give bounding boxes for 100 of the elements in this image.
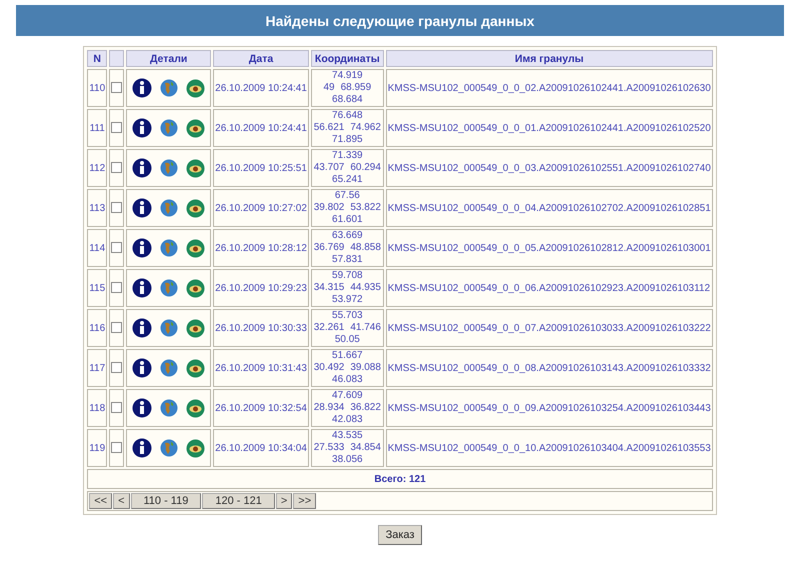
coordinate: 61.601	[332, 214, 363, 226]
coordinate: 71.895	[332, 134, 363, 146]
date-cell: 26.10.2009 10:30:33	[213, 309, 309, 347]
coordinate: 60.294	[350, 162, 381, 174]
coordinate: 39.802	[314, 202, 344, 214]
coordinate: 74.962	[350, 122, 381, 134]
globe-icon[interactable]	[160, 119, 178, 137]
coordinate: 32.261	[314, 322, 344, 334]
eye-globe-icon[interactable]	[186, 198, 206, 218]
checkbox[interactable]	[111, 282, 122, 294]
page-title: Найдены следующие гранулы данных	[16, 5, 784, 36]
coordinate: 46.083	[332, 374, 363, 386]
date-cell: 26.10.2009 10:34:04	[213, 429, 309, 467]
coordinate: 59.708	[332, 270, 363, 282]
checkbox[interactable]	[111, 82, 122, 94]
info-icon[interactable]	[132, 118, 152, 138]
info-icon[interactable]	[132, 318, 152, 338]
globe-icon[interactable]	[160, 159, 178, 177]
globe-icon[interactable]	[160, 399, 178, 417]
date-cell: 26.10.2009 10:32:54	[213, 389, 309, 427]
globe-icon[interactable]	[160, 239, 178, 257]
coordinate: 36.769	[314, 242, 344, 254]
checkbox[interactable]	[111, 122, 122, 134]
eye-globe-icon[interactable]	[186, 278, 206, 298]
info-icon[interactable]	[132, 438, 152, 458]
eye-globe-icon[interactable]	[186, 78, 206, 98]
coordinate: 76.648	[332, 110, 363, 122]
coordinate: 71.339	[332, 150, 363, 162]
globe-icon[interactable]	[160, 199, 178, 217]
coordinate: 68.684	[332, 94, 363, 106]
row-number: 116	[87, 309, 108, 347]
granule-name[interactable]: KMSS-MSU102_000549_0_0_10.A20091026103404.A20091026103553	[386, 429, 713, 467]
pager-button[interactable]: >	[276, 493, 292, 509]
coordinate: 53.972	[332, 294, 363, 306]
coordinate: 27.533	[314, 442, 344, 454]
row-number: 110	[87, 69, 108, 107]
column-header: Координаты	[310, 50, 384, 67]
coordinate: 38.056	[332, 454, 363, 466]
checkbox[interactable]	[111, 242, 122, 254]
pager-button[interactable]: 110 - 119	[130, 493, 202, 509]
checkbox[interactable]	[111, 442, 122, 454]
coordinate: 42.083	[332, 414, 363, 426]
coordinate: 34.854	[350, 442, 381, 454]
granule-name[interactable]: KMSS-MSU102_000549_0_0_03.A20091026102551.A20091026102740	[386, 149, 713, 187]
coordinate: 41.746	[350, 322, 381, 334]
row-number: 117	[87, 349, 108, 387]
coordinate: 53.822	[350, 202, 381, 214]
pager-button[interactable]: <	[113, 493, 130, 509]
checkbox[interactable]	[111, 162, 122, 174]
eye-globe-icon[interactable]	[186, 318, 206, 338]
granule-name[interactable]: KMSS-MSU102_000549_0_0_08.A20091026103143.A20091026103332	[386, 349, 713, 387]
pager-button[interactable]: 120 - 121	[202, 493, 275, 509]
info-icon[interactable]	[132, 398, 152, 418]
globe-icon[interactable]	[160, 359, 178, 377]
checkbox[interactable]	[111, 362, 122, 374]
pager-button[interactable]: >>	[293, 493, 316, 509]
info-icon[interactable]	[132, 278, 152, 298]
date-cell: 26.10.2009 10:29:23	[213, 269, 309, 307]
globe-icon[interactable]	[160, 79, 178, 97]
coordinate: 48.858	[350, 242, 381, 254]
order-button[interactable]: Заказ	[378, 525, 422, 545]
granule-name[interactable]: KMSS-MSU102_000549_0_0_05.A20091026102812.A20091026103001	[386, 229, 713, 267]
globe-icon[interactable]	[160, 279, 178, 297]
checkbox[interactable]	[111, 202, 122, 214]
granule-name[interactable]: KMSS-MSU102_000549_0_0_07.A20091026103033.A20091026103222	[386, 309, 713, 347]
granule-name[interactable]: KMSS-MSU102_000549_0_0_02.A20091026102441.A20091026102630	[386, 69, 713, 107]
info-icon[interactable]	[132, 238, 152, 258]
granule-name[interactable]: KMSS-MSU102_000549_0_0_01.A20091026102441.A20091026102520	[386, 109, 713, 147]
granule-name[interactable]: KMSS-MSU102_000549_0_0_09.A20091026103254.A20091026103443	[386, 389, 713, 427]
column-header	[109, 50, 124, 67]
eye-globe-icon[interactable]	[186, 438, 206, 458]
granule-name[interactable]: KMSS-MSU102_000549_0_0_06.A20091026102923.A20091026103112	[386, 269, 713, 307]
globe-icon[interactable]	[160, 319, 178, 337]
checkbox[interactable]	[111, 322, 122, 334]
coordinate: 74.919	[332, 70, 363, 82]
eye-globe-icon[interactable]	[186, 398, 206, 418]
coordinate: 30.492	[314, 362, 344, 374]
date-cell: 26.10.2009 10:24:41	[213, 109, 309, 147]
info-icon[interactable]	[132, 358, 152, 378]
coordinate: 47.609	[332, 390, 363, 402]
checkbox[interactable]	[111, 402, 122, 414]
eye-globe-icon[interactable]	[186, 238, 206, 258]
row-number: 119	[87, 429, 108, 467]
eye-globe-icon[interactable]	[186, 118, 206, 138]
info-icon[interactable]	[132, 158, 152, 178]
column-header: Детали	[126, 50, 212, 67]
coordinate: 56.621	[314, 122, 344, 134]
coordinate: 43.707	[314, 162, 344, 174]
pager-button[interactable]: <<	[89, 493, 112, 509]
granule-name[interactable]: KMSS-MSU102_000549_0_0_04.A20091026102702.A20091026102851	[386, 189, 713, 227]
eye-globe-icon[interactable]	[186, 158, 206, 178]
date-cell: 26.10.2009 10:25:51	[213, 149, 309, 187]
info-icon[interactable]	[132, 198, 152, 218]
coordinate: 50.05	[334, 334, 360, 346]
eye-globe-icon[interactable]	[186, 358, 206, 378]
info-icon[interactable]	[132, 78, 152, 98]
row-number: 114	[87, 229, 108, 267]
globe-icon[interactable]	[160, 439, 178, 457]
row-number: 115	[87, 269, 108, 307]
column-header: Дата	[213, 50, 309, 67]
